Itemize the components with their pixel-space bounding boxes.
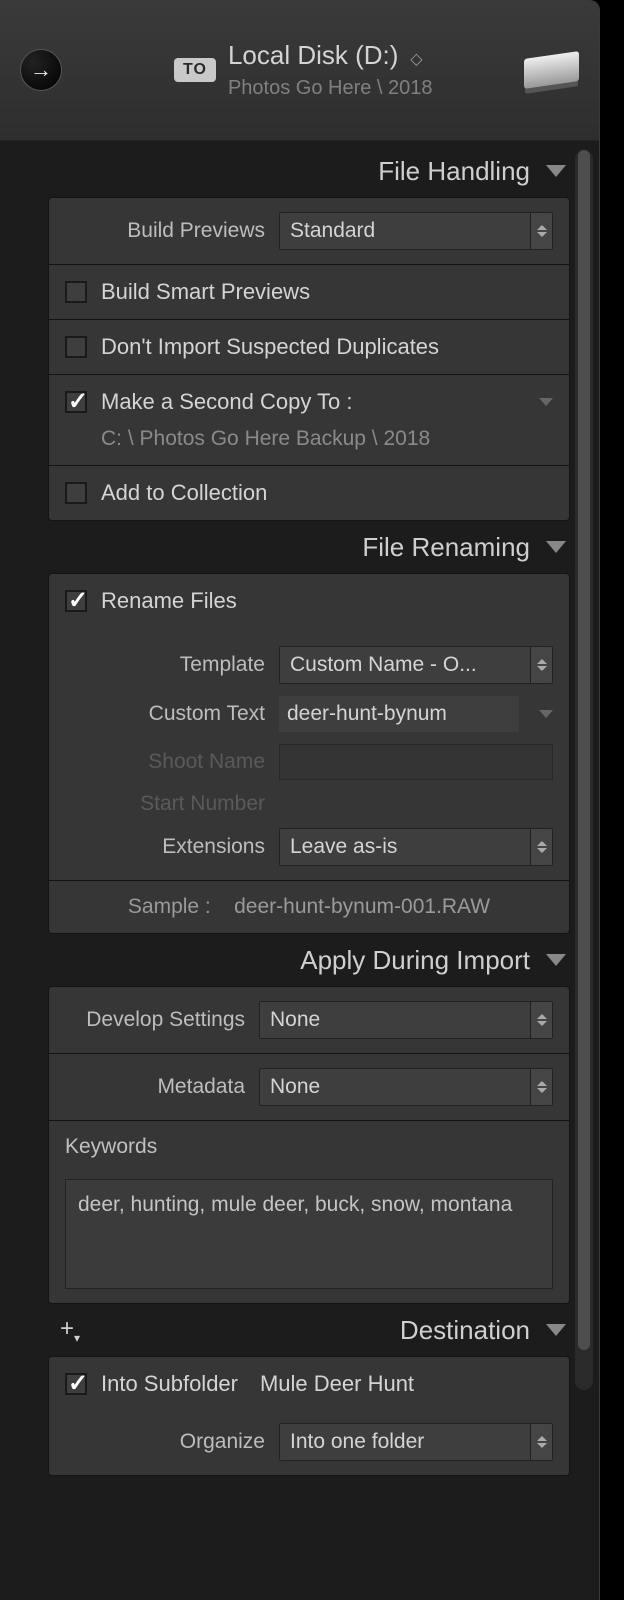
disk-icon (524, 51, 579, 89)
shoot-name-label: Shoot Name (65, 750, 265, 774)
destination-drive-label: Local Disk (D:) (228, 40, 398, 70)
add-collection-label: Add to Collection (101, 480, 267, 506)
destination-header: → TO Local Disk (D:) ◇ Photos Go Here \ … (0, 0, 599, 140)
organize-label: Organize (65, 1430, 265, 1454)
custom-text-input[interactable]: deer-hunt-bynum (279, 696, 519, 732)
second-copy-label: Make a Second Copy To : (101, 389, 353, 415)
develop-settings-label: Develop Settings (65, 1008, 245, 1032)
apply-during-import-title: Apply During Import (300, 945, 530, 976)
build-smart-previews-label: Build Smart Previews (101, 279, 310, 305)
keywords-label: Keywords (65, 1135, 553, 1159)
template-label: Template (65, 653, 265, 677)
chevron-down-icon[interactable] (539, 710, 553, 718)
to-badge: TO (174, 58, 216, 82)
go-arrow-button[interactable]: → (20, 49, 62, 91)
metadata-select[interactable]: None (259, 1068, 553, 1106)
collapse-icon (546, 954, 566, 966)
file-renaming-header[interactable]: File Renaming (48, 521, 570, 573)
sample-value: deer-hunt-bynum-001.RAW (234, 895, 490, 918)
file-handling-title: File Handling (378, 156, 530, 187)
into-subfolder-label: Into Subfolder (101, 1371, 238, 1397)
file-handling-header[interactable]: File Handling (48, 145, 570, 197)
add-collection-checkbox[interactable] (65, 482, 87, 504)
collapse-icon (546, 165, 566, 177)
build-previews-select[interactable]: Standard (279, 212, 553, 250)
metadata-label: Metadata (65, 1075, 245, 1099)
file-renaming-body: Rename Files Template Custom Name - O...… (48, 573, 570, 934)
destination-body: Into Subfolder Mule Deer Hunt Organize I… (48, 1356, 570, 1476)
into-subfolder-checkbox[interactable] (65, 1373, 87, 1395)
keywords-input[interactable]: deer, hunting, mule deer, buck, snow, mo… (65, 1179, 553, 1289)
destination-selector[interactable]: Local Disk (D:) ◇ Photos Go Here \ 2018 (228, 40, 433, 100)
add-folder-icon[interactable]: +▾ (60, 1315, 80, 1345)
spinner-icon (530, 647, 552, 683)
apply-during-import-header[interactable]: Apply During Import (48, 934, 570, 986)
custom-text-label: Custom Text (65, 702, 265, 726)
destination-path: Photos Go Here \ 2018 (228, 77, 433, 100)
spinner-icon (530, 1424, 552, 1460)
spinner-icon (530, 1069, 552, 1105)
scrollbar-thumb[interactable] (578, 150, 590, 1350)
file-handling-body: Build Previews Standard Build Smart Prev… (48, 197, 570, 521)
extensions-label: Extensions (65, 835, 265, 859)
spinner-icon (530, 1002, 552, 1038)
rename-files-label: Rename Files (101, 588, 237, 614)
shoot-name-input (279, 744, 553, 780)
build-previews-label: Build Previews (65, 219, 265, 243)
sample-label: Sample : (128, 895, 211, 918)
build-smart-previews-checkbox[interactable] (65, 281, 87, 303)
file-renaming-title: File Renaming (362, 532, 530, 563)
updown-icon: ◇ (410, 51, 422, 68)
destination-panel-header[interactable]: +▾ Destination (48, 1304, 570, 1356)
organize-select[interactable]: Into one folder (279, 1423, 553, 1461)
rename-files-checkbox[interactable] (65, 590, 87, 612)
subfolder-name-input[interactable]: Mule Deer Hunt (252, 1371, 553, 1397)
second-copy-path[interactable]: C: \ Photos Go Here Backup \ 2018 (101, 427, 553, 451)
panels-column: File Handling Build Previews Standard Bu… (48, 145, 570, 1476)
collapse-icon (546, 541, 566, 553)
no-duplicates-label: Don't Import Suspected Duplicates (101, 334, 439, 360)
scrollbar-track[interactable] (575, 150, 593, 1390)
import-right-panel: → TO Local Disk (D:) ◇ Photos Go Here \ … (0, 0, 600, 1600)
chevron-down-icon[interactable] (539, 398, 553, 406)
no-duplicates-checkbox[interactable] (65, 336, 87, 358)
extensions-select[interactable]: Leave as-is (279, 828, 553, 866)
destination-panel-title: Destination (400, 1315, 530, 1346)
develop-settings-select[interactable]: None (259, 1001, 553, 1039)
template-select[interactable]: Custom Name - O... (279, 646, 553, 684)
collapse-icon (546, 1324, 566, 1336)
start-number-label: Start Number (65, 792, 265, 816)
spinner-icon (530, 213, 552, 249)
arrow-right-icon: → (30, 57, 52, 83)
second-copy-checkbox[interactable] (65, 391, 87, 413)
apply-during-import-body: Develop Settings None Metadata None (48, 986, 570, 1304)
spinner-icon (530, 829, 552, 865)
